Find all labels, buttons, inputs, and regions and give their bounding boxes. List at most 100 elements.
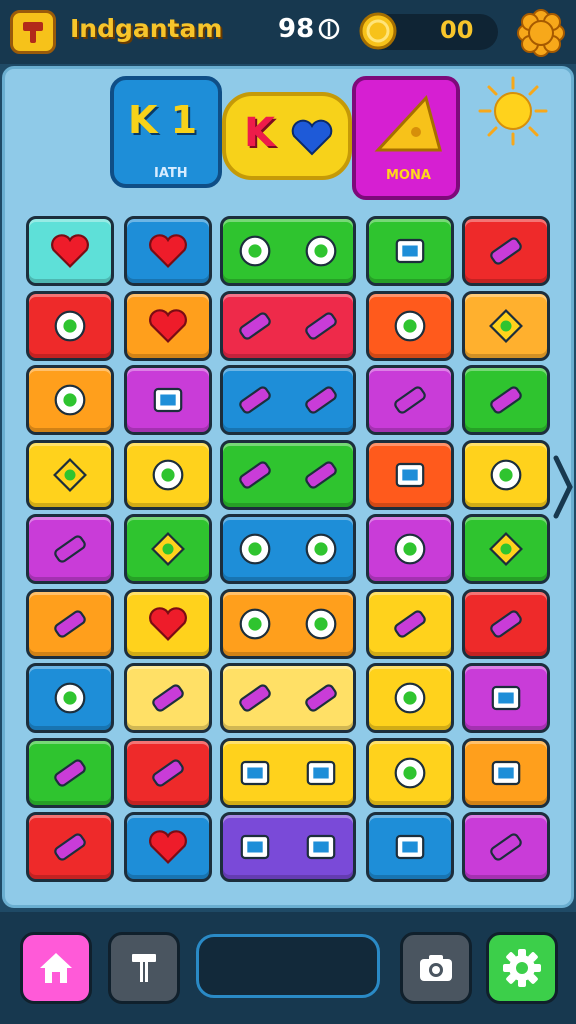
gold-coin-icon xyxy=(359,12,397,50)
key-icon xyxy=(490,237,522,265)
game-tile[interactable] xyxy=(366,588,454,659)
game-tile[interactable] xyxy=(124,737,212,808)
crayon-icon xyxy=(490,609,522,638)
camera-icon xyxy=(306,834,336,860)
game-tile[interactable] xyxy=(26,737,114,808)
game-tile[interactable] xyxy=(124,812,212,882)
game-tile[interactable] xyxy=(366,365,454,435)
heart-icon xyxy=(149,606,187,641)
game-tile[interactable] xyxy=(26,216,114,286)
bag-icon xyxy=(491,760,521,785)
heart-icon xyxy=(149,308,187,343)
chevron-right-icon[interactable] xyxy=(552,454,574,520)
game-tile[interactable] xyxy=(124,290,212,361)
game-tile[interactable] xyxy=(124,588,212,659)
game-tile[interactable] xyxy=(366,439,454,510)
horseshoe-leaf-icon xyxy=(239,533,271,565)
heart-icon xyxy=(149,234,187,268)
game-tile[interactable] xyxy=(366,216,454,286)
game-tile[interactable] xyxy=(220,514,356,584)
hammer-badge-icon[interactable] xyxy=(10,10,56,54)
level-banner-label: IATH xyxy=(154,166,188,181)
pencil-blob-icon xyxy=(239,311,271,340)
egg-icon xyxy=(152,459,184,490)
game-tile[interactable] xyxy=(462,290,550,361)
pot-ring-icon xyxy=(305,608,337,639)
k-banner[interactable]: K xyxy=(222,92,352,180)
game-tile[interactable] xyxy=(124,365,212,435)
count-value: 98 xyxy=(278,14,315,44)
game-tile[interactable] xyxy=(124,216,212,286)
plus-shape-icon xyxy=(489,308,523,343)
game-tile[interactable] xyxy=(462,812,550,882)
brush-gear-icon xyxy=(305,684,337,712)
brush-gear-icon xyxy=(239,684,271,712)
camera-icon xyxy=(420,955,452,981)
settings-button[interactable] xyxy=(486,932,558,1004)
game-tile[interactable] xyxy=(124,439,212,510)
game-tile[interactable] xyxy=(366,514,454,584)
camera-icon xyxy=(395,462,425,487)
spoon-pencil-icon xyxy=(239,386,271,414)
crayon-icon xyxy=(54,833,86,861)
game-tile[interactable] xyxy=(124,514,212,584)
game-tile[interactable] xyxy=(462,663,550,733)
level-banner[interactable]: K 1 IATH xyxy=(110,76,222,188)
game-tile[interactable] xyxy=(26,365,114,435)
game-tile[interactable] xyxy=(124,663,212,733)
game-tile[interactable] xyxy=(462,365,550,435)
cheese-icon xyxy=(374,94,442,152)
game-tile[interactable] xyxy=(26,663,114,733)
game-tile[interactable] xyxy=(366,737,454,808)
diamond-icon xyxy=(489,532,523,566)
home-icon xyxy=(40,953,72,983)
game-tile[interactable] xyxy=(220,439,356,510)
game-tile[interactable] xyxy=(220,812,356,882)
mona-banner[interactable]: MONA xyxy=(352,76,460,200)
game-tile[interactable] xyxy=(220,663,356,733)
game-tile[interactable] xyxy=(220,588,356,659)
gift-box-icon xyxy=(395,238,425,264)
heart-icon xyxy=(291,119,333,156)
flower-gear-icon[interactable] xyxy=(516,8,566,58)
game-tile[interactable] xyxy=(26,812,114,882)
game-tile[interactable] xyxy=(220,216,356,286)
game-tile[interactable] xyxy=(220,290,356,361)
cheese-icon xyxy=(151,532,185,566)
level-banner-title: K 1 xyxy=(128,98,198,142)
app-title: Indgantam xyxy=(70,14,223,43)
game-tile[interactable] xyxy=(26,290,114,361)
battery-icon xyxy=(394,386,426,414)
cherries-icon xyxy=(54,682,86,714)
bag-icon xyxy=(153,387,183,413)
game-tile[interactable] xyxy=(462,439,550,510)
game-tile[interactable] xyxy=(220,737,356,808)
home-button[interactable] xyxy=(20,932,92,1004)
gem-icon xyxy=(53,457,87,492)
game-tile[interactable] xyxy=(462,514,550,584)
game-tile[interactable] xyxy=(366,663,454,733)
pot-ring-icon xyxy=(239,608,271,639)
blob-icon xyxy=(490,459,522,490)
game-tile[interactable] xyxy=(462,737,550,808)
game-tile[interactable] xyxy=(220,365,356,435)
roll-icon xyxy=(152,684,184,712)
game-tile[interactable] xyxy=(26,588,114,659)
rattle-icon xyxy=(490,833,522,861)
frog-icon xyxy=(394,682,426,714)
tool-button[interactable] xyxy=(108,932,180,1004)
heart-icon xyxy=(51,234,89,268)
camera-button[interactable] xyxy=(400,932,472,1004)
cookie-icon xyxy=(394,533,426,565)
game-tile[interactable] xyxy=(462,588,550,659)
horseshoe-leaf-icon xyxy=(305,533,337,565)
bike-icon xyxy=(54,384,86,416)
center-bar[interactable] xyxy=(196,934,380,998)
game-tile[interactable] xyxy=(26,514,114,584)
game-tile[interactable] xyxy=(366,290,454,361)
pot-face-icon xyxy=(239,235,271,267)
gear-coin-icon xyxy=(54,310,86,341)
game-tile[interactable] xyxy=(462,216,550,286)
game-tile[interactable] xyxy=(26,439,114,510)
game-tile[interactable] xyxy=(366,812,454,882)
